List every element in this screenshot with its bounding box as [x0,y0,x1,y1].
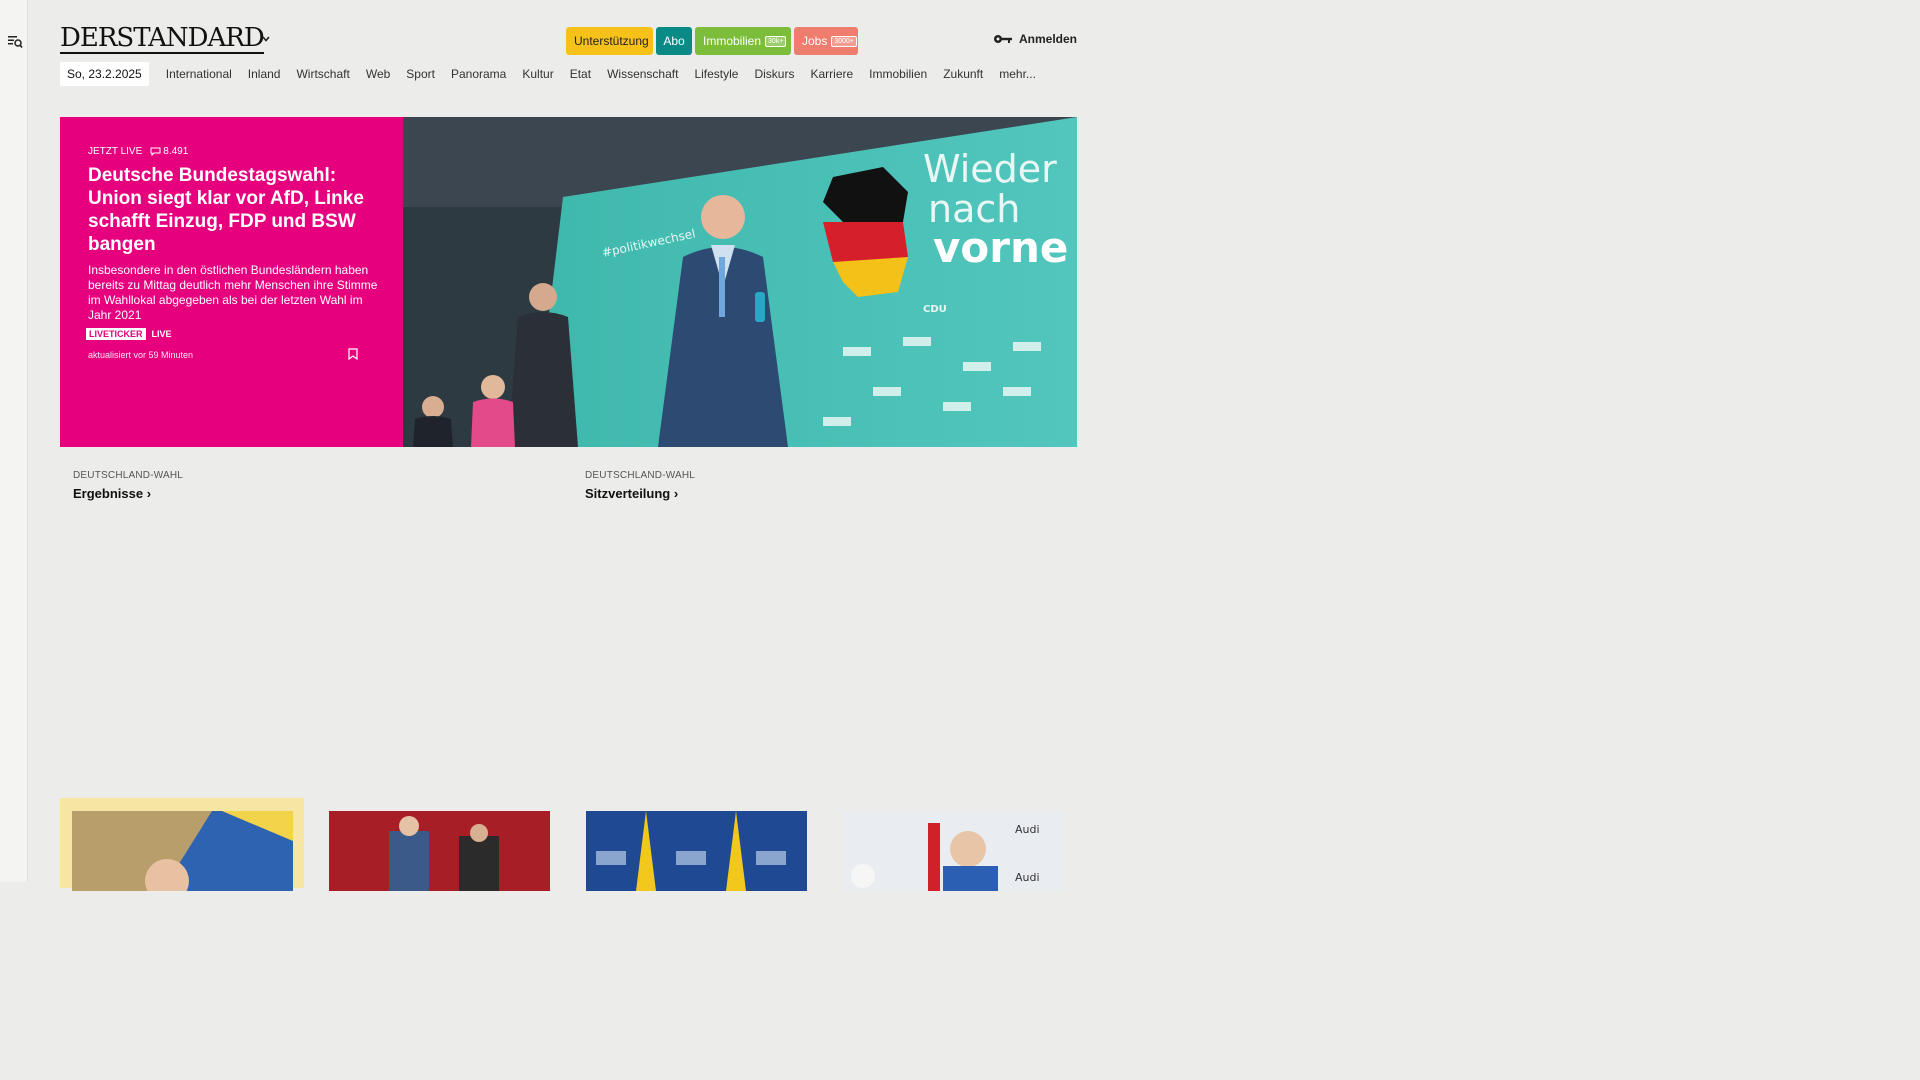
comment-count-value: 8.491 [163,146,189,157]
nav-item-inland[interactable]: Inland [248,67,281,81]
live-label: JETZT LIVE [88,146,143,157]
image-logo-text: CDU [923,304,947,315]
support-button[interactable]: Unterstützung [566,27,653,55]
hero-photo: Wieder nach vorne #politikwechsel CDU [403,117,1077,447]
live-badge: LIVE [151,329,172,339]
image-slogan-3: vorne [933,223,1068,272]
menu-search-icon[interactable] [7,33,23,49]
jobs-label: Jobs [802,34,828,48]
support-label: Unterstützung [574,34,649,48]
nav-item-diskurs[interactable]: Diskurs [754,67,794,81]
thumbnail-image [586,811,807,891]
thumbnail-image [329,811,550,891]
ticker-row: LIVETICKER LIVE [86,328,172,340]
related-link-title[interactable]: Sitzverteilung › [585,486,695,501]
abo-button[interactable]: Abo [656,27,692,55]
site-logo[interactable]: DERSTANDARD [60,24,265,54]
hero-teaser[interactable]: JETZT LIVE 8.491 Deutsche Bundestagswahl… [60,117,1077,447]
bookmark-icon[interactable] [348,348,358,360]
hero-image[interactable]: Wieder nach vorne #politikwechsel CDU [403,117,1077,447]
related-link-kicker: DEUTSCHLAND-WAHL [73,470,184,481]
immobilien-label: Immobilien [703,34,762,48]
article-thumbnail[interactable] [329,811,550,891]
thumbnail-sponsor-text: Audi [1015,871,1040,884]
nav-item-sport[interactable]: Sport [406,67,435,81]
updated-timestamp: aktualisiert vor 59 Minuten [88,350,194,360]
image-slogan-1: Wieder [923,147,1057,191]
article-thumbnail[interactable] [586,811,807,891]
hero-text-panel[interactable]: JETZT LIVE 8.491 Deutsche Bundestagswahl… [60,117,403,447]
thumbnail-image [72,811,293,891]
thumbnail-image: Audi Audi [843,811,1064,891]
nav-item-international[interactable]: International [166,67,232,81]
nav-item-wirtschaft[interactable]: Wirtschaft [296,67,349,81]
related-link-kicker: DEUTSCHLAND-WAHL [585,470,696,481]
nav-item-more[interactable]: mehr... [999,67,1036,81]
nav-item-web[interactable]: Web [366,67,390,81]
key-icon [993,35,1012,43]
login-label: Anmelden [1018,32,1077,46]
main-nav: So, 23.2.2025 International Inland Wirts… [60,62,1044,86]
related-link-seats[interactable]: DEUTSCHLAND-WAHL Sitzverteilung › [585,470,695,501]
left-rail [0,0,28,882]
article-thumbnail[interactable] [72,811,293,891]
jobs-count-badge: 3000+ [831,35,858,47]
jobs-button[interactable]: Jobs 3000+ [794,27,858,55]
hero-headline[interactable]: Deutsche Bundestagswahl: Union siegt kla… [88,164,378,256]
liveticker-badge: LIVETICKER [86,328,146,340]
hero-summary: Insbesondere in den östlichen Bundesländ… [88,263,378,322]
nav-item-panorama[interactable]: Panorama [451,67,506,81]
immobilien-count-badge: 30k+ [765,35,787,47]
nav-item-wissenschaft[interactable]: Wissenschaft [607,67,678,81]
current-date: So, 23.2.2025 [60,62,149,86]
comment-count: 8.491 [150,146,188,157]
nav-item-kultur[interactable]: Kultur [522,67,553,81]
nav-item-karriere[interactable]: Karriere [810,67,853,81]
related-link-results[interactable]: DEUTSCHLAND-WAHL Ergebnisse › [73,470,183,501]
immobilien-button[interactable]: Immobilien 30k+ [695,27,791,55]
nav-item-immobilien[interactable]: Immobilien [869,67,927,81]
nav-item-etat[interactable]: Etat [570,67,591,81]
related-link-title[interactable]: Ergebnisse › [73,486,183,501]
article-cards-row: Audi Audi [60,798,1077,891]
live-indicator: JETZT LIVE 8.491 [88,146,188,157]
abo-label: Abo [663,34,685,48]
login-button[interactable]: Anmelden [993,32,1077,46]
comment-icon [150,147,161,156]
article-thumbnail[interactable]: Audi Audi [843,811,1064,891]
thumbnail-sponsor-text: Audi [1015,823,1040,836]
chevron-down-icon[interactable] [261,34,271,44]
nav-item-zukunft[interactable]: Zukunft [943,67,983,81]
nav-item-lifestyle[interactable]: Lifestyle [694,67,738,81]
